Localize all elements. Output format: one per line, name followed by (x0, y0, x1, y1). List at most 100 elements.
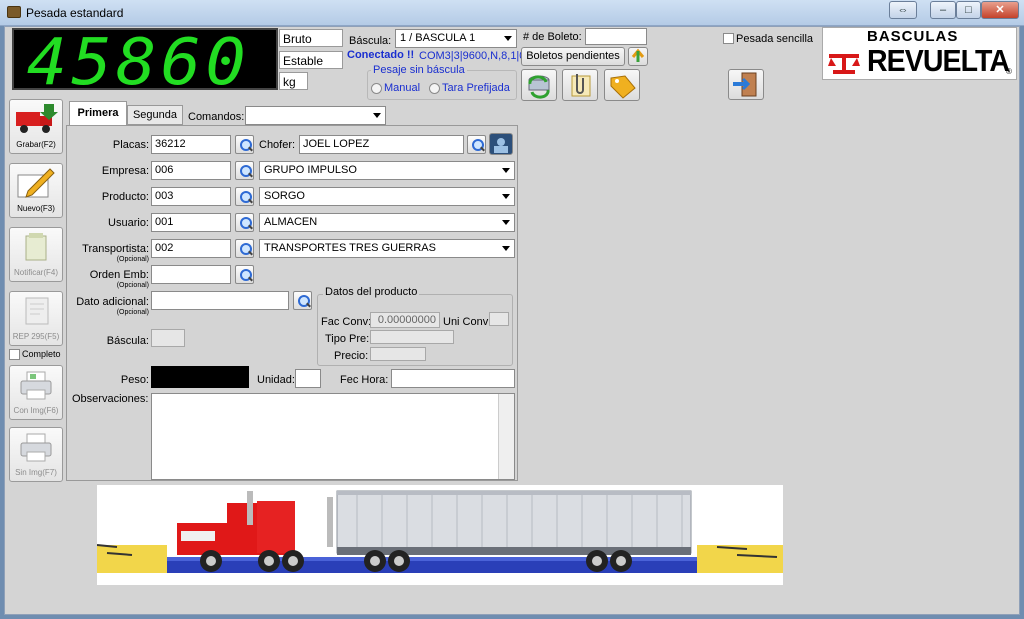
completo-checkbox[interactable] (9, 349, 20, 360)
peso-display (151, 366, 249, 388)
transportista-optional: (Opcional) (116, 256, 149, 263)
empresa-search-button[interactable] (235, 161, 254, 180)
ticket-label: # de Boleto: (523, 31, 582, 43)
refresh-small-button[interactable] (628, 47, 648, 66)
tipo-pre-label: Tipo Pre: (325, 333, 370, 345)
printer-icon (20, 371, 52, 400)
scale-label: Báscula: (349, 35, 392, 47)
tab-segunda[interactable]: Segunda (127, 105, 183, 125)
ticket-input[interactable] (585, 28, 647, 45)
scale-select[interactable]: 1 / BASCULA 1 (395, 29, 517, 48)
logo: BASCULAS REVUELTA ® (822, 27, 1017, 80)
truck-save-icon (16, 104, 58, 133)
usuario-code-input[interactable]: 001 (151, 213, 231, 232)
transportista-code-input[interactable]: 002 (151, 239, 231, 258)
print-with-image-button[interactable]: Con Img(F6) (9, 365, 63, 420)
chevron-down-icon (502, 194, 510, 199)
empresa-select[interactable]: GRUPO IMPULSO (259, 161, 515, 180)
fac-conv-label: Fac Conv: (321, 316, 372, 328)
observaciones-scrollbar[interactable] (498, 394, 514, 479)
usuario-search-button[interactable] (235, 213, 254, 232)
chevron-down-icon (504, 36, 512, 41)
attach-button[interactable] (562, 69, 598, 101)
report-button[interactable]: REP 295(F5) (9, 291, 63, 346)
database-sync-icon (528, 75, 550, 99)
printer-icon (20, 433, 52, 462)
commands-select[interactable] (245, 106, 386, 125)
exit-door-icon (733, 72, 757, 97)
truck-on-scale-icon (96, 490, 783, 573)
precio-box (370, 347, 426, 361)
tara-radio[interactable] (429, 83, 440, 94)
producto-search-button[interactable] (235, 187, 254, 206)
unidad-input[interactable] (295, 369, 321, 388)
producto-select[interactable]: SORGO (259, 187, 515, 206)
usuario-label: Usuario: (108, 217, 149, 229)
chofer-search-button[interactable] (467, 135, 486, 154)
close-button[interactable]: ✕ (981, 1, 1019, 19)
producto-group-title: Datos del producto (323, 286, 420, 298)
scale-select-value: 1 / BASCULA 1 (400, 32, 476, 44)
port-info: COM3|3|9600,N,8,1|0 (419, 50, 526, 62)
manual-label: Manual (384, 82, 421, 94)
dato-optional: (Opcional) (116, 309, 149, 316)
transportista-select-value: TRANSPORTES TRES GUERRAS (264, 242, 436, 254)
minimize-button[interactable]: – (930, 1, 956, 19)
print-with-image-label: Con Img(F6) (13, 406, 59, 415)
restore-button[interactable]: ⇔ (889, 1, 917, 19)
dato-input[interactable] (151, 291, 289, 310)
transportista-select[interactable]: TRANSPORTES TRES GUERRAS (259, 239, 515, 258)
pencil-note-icon (17, 168, 55, 198)
pending-tickets-button[interactable]: Boletos pendientes (521, 47, 625, 66)
observaciones-textarea[interactable] (151, 393, 515, 480)
fac-conv-box: 0.00000000 (370, 312, 440, 328)
producto-select-value: SORGO (264, 190, 305, 202)
notify-button-label: Notificar(F4) (13, 268, 58, 277)
app-icon (7, 6, 21, 18)
manual-radio[interactable] (371, 83, 382, 94)
placas-label: Placas: (112, 139, 149, 151)
title-bar: Pesada estandard ⇔ – □ ✕ (0, 0, 1024, 26)
tab-primera[interactable]: Primera (69, 101, 127, 125)
maximize-button[interactable]: □ (956, 1, 981, 19)
empresa-label: Empresa: (101, 165, 149, 177)
logo-brand-text: REVUELTA (867, 43, 1010, 78)
orden-search-button[interactable] (235, 265, 254, 284)
tag-button[interactable] (604, 69, 640, 101)
commands-label: Comandos: (188, 111, 245, 123)
fec-hora-input[interactable] (391, 369, 515, 388)
weight-display: 45860 (12, 26, 278, 100)
window-title: Pesada estandard (26, 6, 124, 20)
dato-search-button[interactable] (293, 291, 312, 310)
sync-button[interactable] (521, 69, 557, 101)
print-without-image-button[interactable]: Sin Img(F7) (9, 427, 63, 482)
pesada-sencilla-label: Pesada sencilla (736, 33, 814, 45)
chofer-input[interactable]: JOEL LOPEZ (299, 135, 464, 154)
completo-label: Completo (22, 349, 61, 359)
orden-input[interactable] (151, 265, 231, 284)
exit-button[interactable] (728, 69, 764, 100)
unidad-label: Unidad: (257, 374, 295, 386)
placas-search-button[interactable] (235, 135, 254, 154)
truck-illustration (96, 485, 783, 585)
weight-value: 45860 (26, 26, 250, 100)
bascula-box (151, 329, 185, 347)
peso-label: Peso: (120, 374, 149, 386)
arrows-icon (631, 48, 645, 62)
new-button[interactable]: Nuevo(F3) (9, 163, 63, 218)
uni-conv-box (489, 312, 509, 326)
empresa-code-input[interactable]: 006 (151, 161, 231, 180)
unit-box: kg (279, 72, 308, 90)
notify-button[interactable]: Notificar(F4) (9, 227, 63, 282)
usuario-select[interactable]: ALMACEN (259, 213, 515, 232)
report-icon (25, 297, 49, 325)
driver-photo-button[interactable] (489, 133, 513, 155)
observaciones-label: Observaciones: (72, 393, 149, 405)
placas-input[interactable]: 36212 (151, 135, 231, 154)
print-without-image-label: Sin Img(F7) (15, 468, 57, 477)
pesada-sencilla-checkbox[interactable] (723, 33, 734, 44)
producto-code-input[interactable]: 003 (151, 187, 231, 206)
save-button[interactable]: Grabar(F2) (9, 99, 63, 154)
status-box: Estable (279, 51, 343, 69)
transportista-search-button[interactable] (235, 239, 254, 258)
